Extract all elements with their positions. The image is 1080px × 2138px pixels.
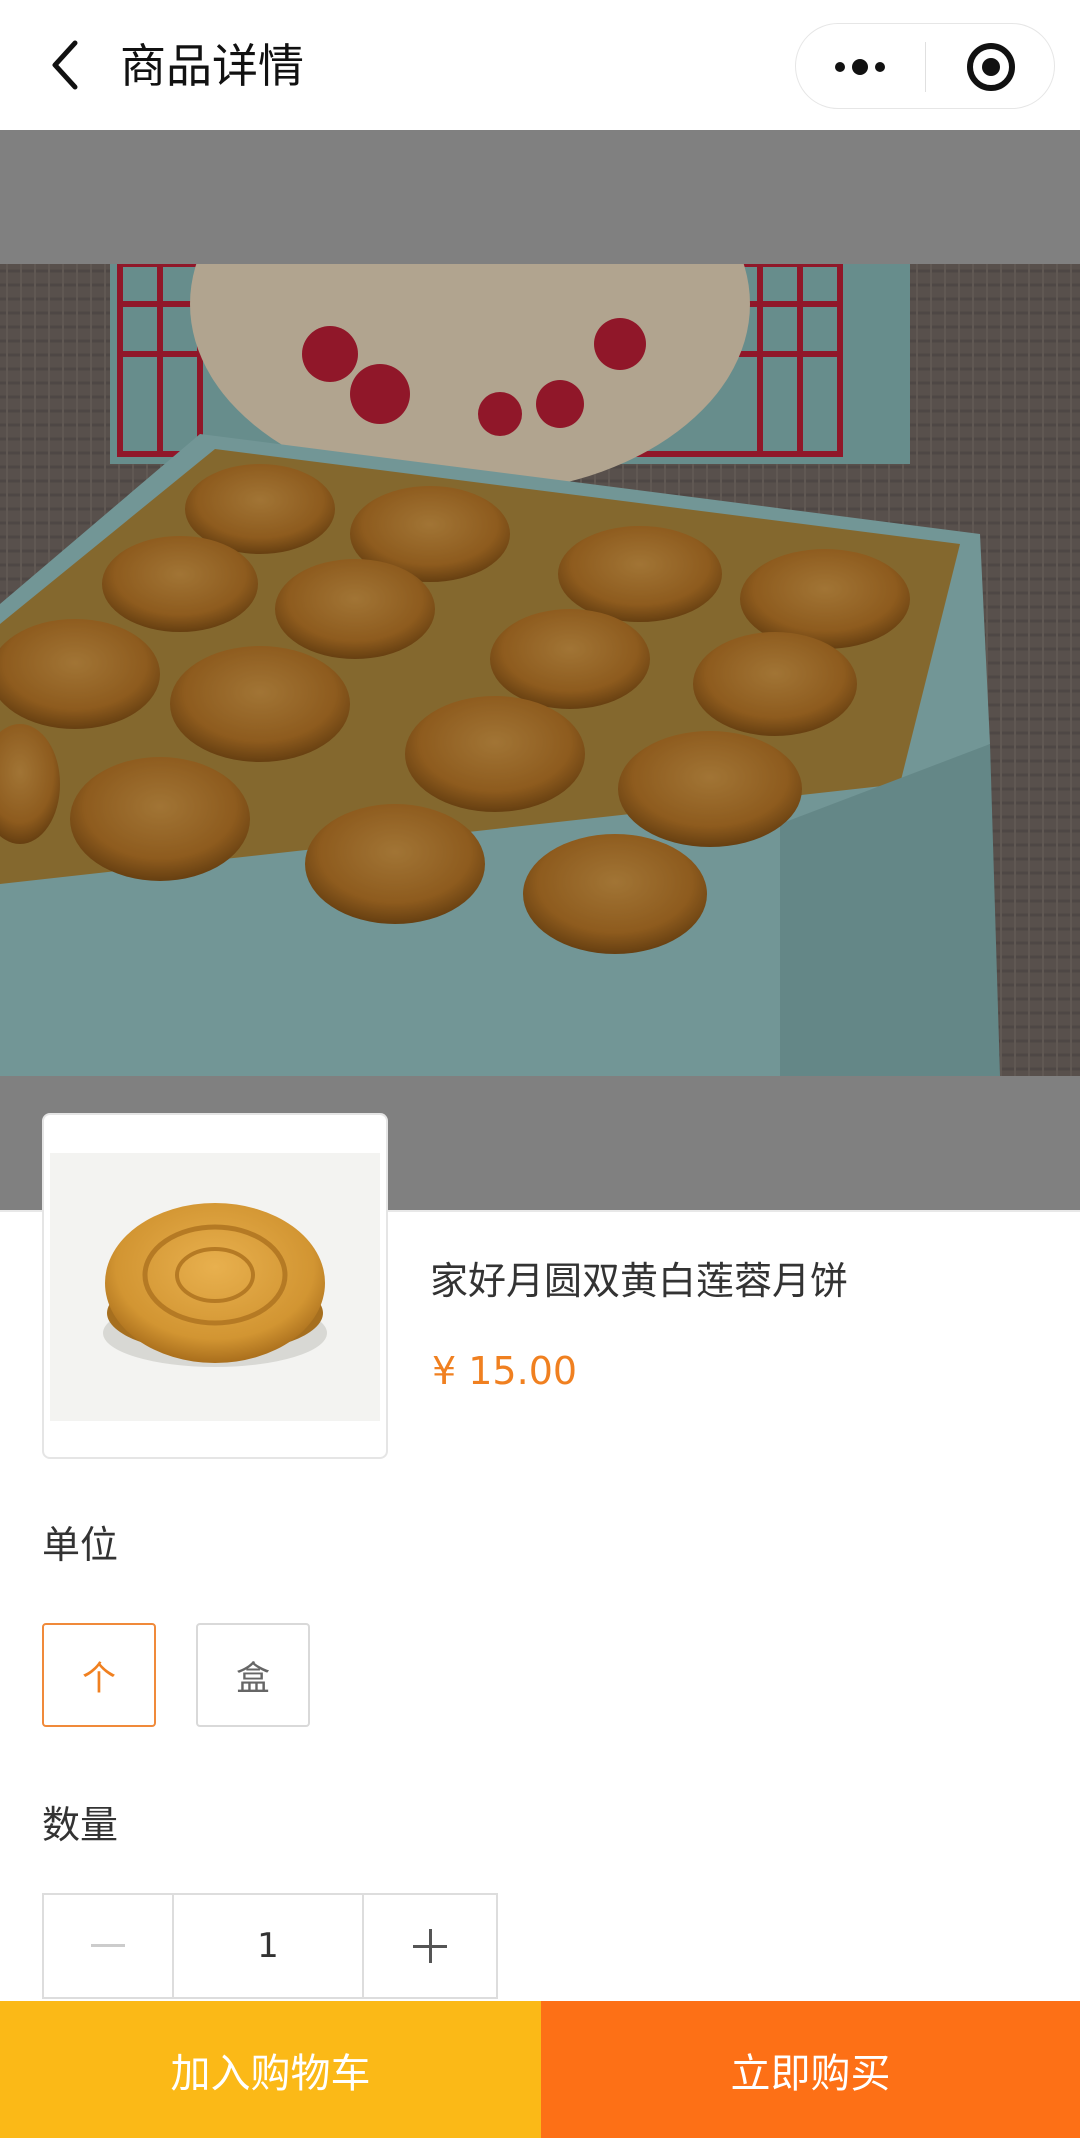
buy-now-button[interactable]: 立即购买: [541, 2001, 1080, 2138]
add-to-cart-button[interactable]: 加入购物车: [0, 2001, 541, 2138]
increase-quantity-button[interactable]: [364, 1895, 496, 1997]
mini-program-capsule: [795, 23, 1055, 109]
plus-icon: [413, 1929, 447, 1963]
back-button[interactable]: [30, 30, 100, 100]
target-circle-icon: [967, 43, 1015, 91]
quantity-input[interactable]: 1: [174, 1895, 364, 1997]
decrease-quantity-button[interactable]: [44, 1895, 174, 1997]
product-name: 家好月圆双黄白莲蓉月饼: [430, 1259, 849, 1303]
close-miniprogram-button[interactable]: [926, 24, 1056, 110]
quantity-label: 数量: [42, 1803, 119, 1847]
unit-option-ge[interactable]: 个: [42, 1623, 156, 1727]
product-detail-page: 商品详情 家好月圆双黄白莲蓉月饼 ¥ 15.00 单位 个 盒 数量 1 加入购…: [0, 0, 1080, 2138]
more-dots-icon: [835, 59, 885, 75]
single-mooncake-photo: [50, 1153, 380, 1421]
page-title: 商品详情: [120, 39, 304, 93]
minus-icon: [91, 1944, 125, 1947]
product-price: ¥ 15.00: [432, 1349, 578, 1393]
product-thumbnail: [42, 1113, 388, 1459]
unit-label: 单位: [42, 1523, 119, 1567]
unit-option-he[interactable]: 盒: [196, 1623, 310, 1727]
quantity-stepper: 1: [42, 1893, 498, 1999]
mooncake-gift-box-photo: [0, 264, 1080, 1076]
action-bar: 加入购物车 立即购买: [0, 2001, 1080, 2138]
navigation-bar: 商品详情: [0, 0, 1080, 130]
chevron-left-icon: [52, 40, 78, 90]
more-button[interactable]: [796, 24, 924, 110]
